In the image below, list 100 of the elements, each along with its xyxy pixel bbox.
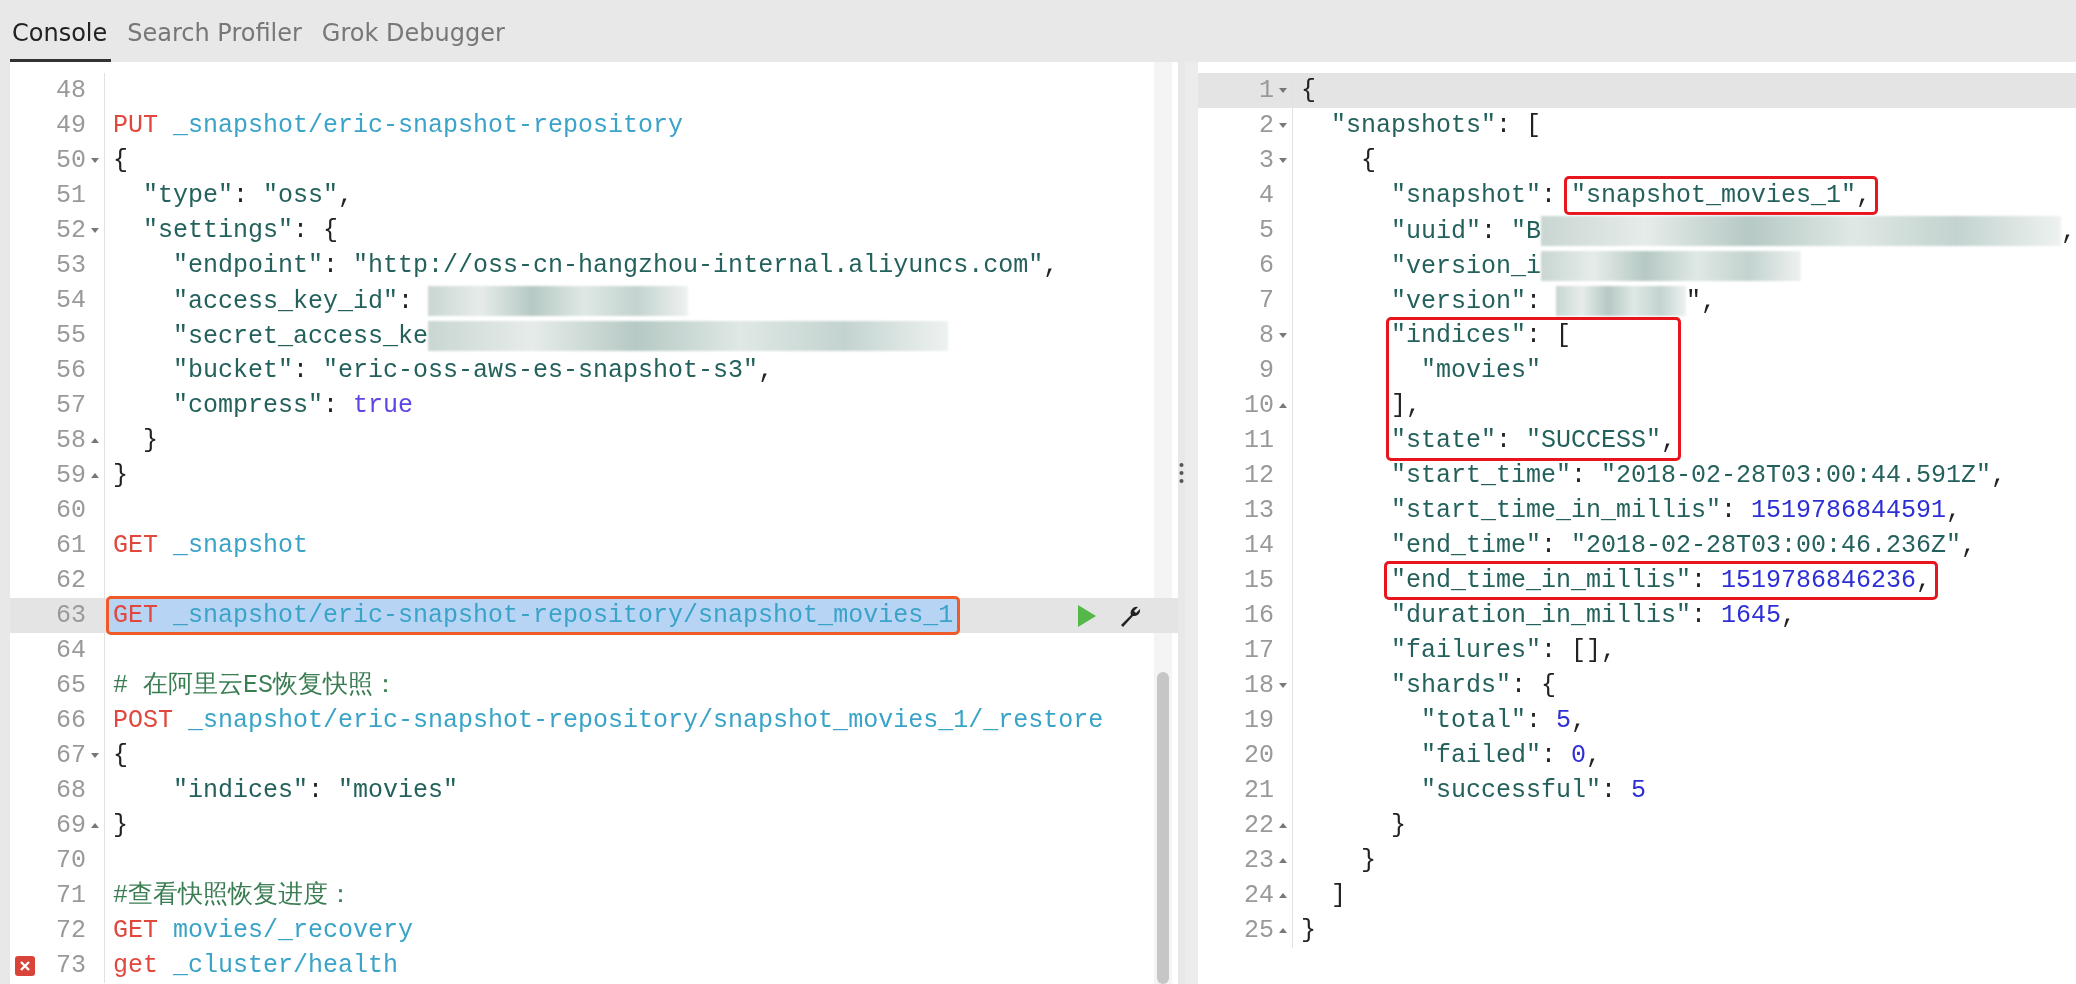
line-number: 55: [55, 319, 86, 352]
line-number: 63: [55, 599, 86, 632]
code-text: "start_time": "2018-02-28T03:00:44.591Z",: [1389, 461, 2007, 490]
code-text: POST _snapshot/eric-snapshot-repository/snapshot_movies_1/_restore: [113, 706, 1104, 735]
line-number: 7: [1257, 284, 1274, 317]
line-number: 54: [55, 284, 86, 317]
line-number: 57: [55, 389, 86, 422]
line-number: 66: [55, 704, 86, 737]
code-text: }: [1389, 811, 1406, 840]
line-number: 24: [1242, 879, 1274, 912]
line-number: 61: [55, 529, 86, 562]
code-text: ]: [1329, 881, 1346, 910]
code-text: }: [142, 426, 158, 455]
code-text: }: [1359, 846, 1376, 875]
code-text: "successful": 5: [1419, 776, 1646, 805]
line-number: 59: [55, 459, 86, 492]
line-number: 69: [55, 809, 86, 842]
line-number: 50: [55, 144, 86, 177]
line-number: 25: [1242, 914, 1274, 947]
code-text: "snapshots": [: [1329, 111, 1541, 140]
resize-handle-icon[interactable]: [1179, 462, 1185, 484]
line-number: 11: [1242, 424, 1274, 457]
line-number: 51: [55, 179, 86, 212]
line-number: 6: [1257, 249, 1274, 282]
line-number: 12: [1242, 459, 1274, 492]
annotated-code: "indices": [: [1390, 321, 1571, 350]
fold-arrow-icon[interactable]: [1278, 683, 1287, 688]
line-number: 52: [55, 214, 86, 247]
line-number: 49: [55, 109, 86, 142]
code-text: }: [113, 811, 128, 840]
scrollbar[interactable]: [1154, 62, 1173, 984]
code-text: "duration_in_millis": 1645,: [1389, 601, 1797, 630]
code-text: "start_time_in_millis": 1519786844591,: [1389, 496, 1962, 525]
code-text: "version": ",: [1389, 285, 1716, 316]
line-number: 65: [55, 669, 86, 702]
tab[interactable]: Grok Debugger: [319, 7, 509, 62]
line-number: 58: [55, 424, 86, 457]
code-text: "settings": {: [142, 216, 339, 245]
line-number: 14: [1242, 529, 1274, 562]
line-number: 72: [55, 914, 86, 947]
line-number: 71: [55, 879, 86, 912]
line-number: 19: [1242, 704, 1274, 737]
line-number: 18: [1242, 669, 1274, 702]
line-number: 1: [1257, 74, 1274, 107]
line-number: 16: [1242, 599, 1274, 632]
code-text: "indices": "movies": [172, 776, 459, 805]
fold-arrow-icon[interactable]: [1278, 858, 1287, 863]
code-text: }: [1300, 916, 1316, 945]
code-text: #查看快照恢复进度：: [113, 881, 353, 910]
fold-arrow-icon[interactable]: [1278, 158, 1287, 163]
line-number: 4: [1257, 179, 1274, 212]
fold-arrow-icon[interactable]: [1278, 893, 1287, 898]
code-text: "total": 5,: [1419, 706, 1586, 735]
fold-arrow-icon[interactable]: [1278, 823, 1287, 828]
fold-arrow-icon[interactable]: [1278, 403, 1287, 408]
line-number: 13: [1242, 494, 1274, 527]
line-number: 73: [55, 949, 86, 982]
fold-arrow-icon[interactable]: [1278, 928, 1287, 933]
line-number: 8: [1257, 319, 1274, 352]
code-text: "failed": 0,: [1419, 741, 1601, 770]
line-number: 10: [1242, 389, 1274, 422]
code-text: "endpoint": "http://oss-cn-hangzhou-internal.aliyuncs.com",: [172, 251, 1059, 280]
code-text: # 在阿里云ES恢复快照：: [113, 671, 398, 700]
line-number: 48: [55, 74, 86, 107]
line-number: 3: [1257, 144, 1274, 177]
code-text: "snapshot":: [1389, 181, 1557, 210]
code-text: "shards": {: [1389, 671, 1556, 700]
error-icon: [15, 955, 35, 976]
fold-arrow-icon[interactable]: [1278, 333, 1287, 338]
fold-arrow-icon[interactable]: [91, 158, 99, 163]
annotated-code: "movies": [1420, 356, 1541, 385]
code-text: }: [113, 461, 128, 490]
code-text: PUT _snapshot/eric-snapshot-repository: [113, 111, 684, 140]
fold-arrow-icon[interactable]: [1278, 123, 1287, 128]
code-text: GET movies/_recovery: [113, 916, 414, 945]
line-number: 21: [1242, 774, 1274, 807]
tab[interactable]: Search Profiler: [125, 7, 306, 62]
line-number: 56: [55, 354, 86, 387]
line-number: 20: [1242, 739, 1274, 772]
code-text: get _cluster/health: [113, 951, 399, 980]
code-text: "bucket": "eric-oss-aws-es-snapshot-s3",: [172, 356, 774, 385]
annotated-code: "snapshot_movies_1",: [1564, 176, 1879, 215]
scrollbar-thumb[interactable]: [1157, 672, 1170, 984]
fold-arrow-icon[interactable]: [91, 438, 99, 443]
code-text: "end_time": "2018-02-28T03:00:46.236Z",: [1389, 531, 1977, 560]
line-number: 53: [55, 249, 86, 282]
code-text: {: [113, 741, 128, 770]
line-number: 5: [1257, 214, 1274, 247]
code-text: GET _snapshot: [113, 531, 309, 560]
fold-arrow-icon[interactable]: [91, 823, 99, 828]
annotated-code: "end_time_in_millis": 1519786846236,: [1383, 561, 1939, 600]
fold-arrow-icon[interactable]: [91, 473, 99, 478]
line-number: 68: [55, 774, 86, 807]
line-number: 22: [1242, 809, 1274, 842]
line-number: 62: [55, 564, 86, 597]
fold-arrow-icon[interactable]: [91, 753, 99, 758]
fold-arrow-icon[interactable]: [1278, 88, 1287, 93]
line-number: 17: [1242, 634, 1274, 667]
line-number: 70: [55, 844, 86, 877]
fold-arrow-icon[interactable]: [91, 228, 99, 233]
